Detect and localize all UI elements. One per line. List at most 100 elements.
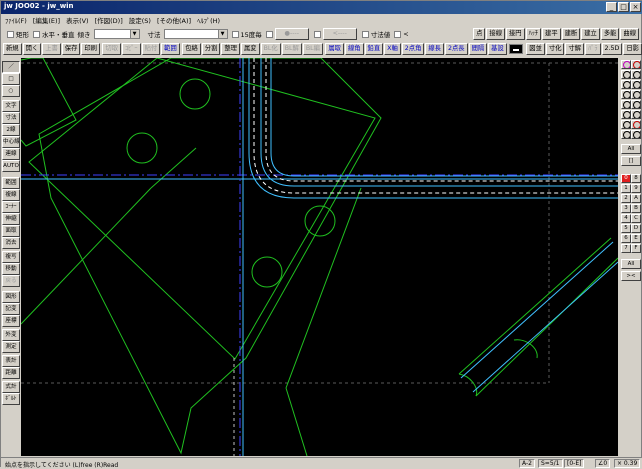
layer-group-a-button[interactable] (631, 80, 641, 89)
overwrite-button[interactable]: 上書 (42, 43, 61, 55)
open-button[interactable]: 開く (22, 43, 42, 55)
tool-elevation[interactable]: 建立 (581, 28, 600, 40)
block-edit-button[interactable]: BL編 (302, 43, 323, 55)
view-25d-button[interactable]: 2.5D (601, 43, 623, 55)
stretch-tool[interactable]: 伸縮 (2, 213, 20, 225)
two-point-length-button[interactable]: 2点長 (444, 43, 468, 55)
line-length-button[interactable]: 線長 (425, 43, 444, 55)
attr-change-button[interactable]: 属変 (240, 43, 260, 55)
horiz-vert-checkbox[interactable] (33, 30, 40, 38)
arrow1-checkbox[interactable] (265, 30, 273, 38)
print-button[interactable]: 印刷 (81, 43, 100, 55)
text-tool[interactable]: 文字 (2, 100, 20, 112)
tool-curve[interactable]: 曲線 (620, 28, 639, 40)
external-change-tool[interactable]: 外変 (2, 329, 20, 341)
range-tool[interactable]: 範囲 (2, 177, 20, 189)
measure-tool[interactable]: 測定 (2, 341, 20, 353)
layer-group-b-button[interactable] (631, 90, 641, 99)
tilt-combo[interactable]: ▼ (93, 29, 140, 39)
close-button[interactable]: × (630, 2, 641, 12)
cut-button[interactable]: 切取 (102, 43, 121, 55)
layer-group-0-button[interactable] (621, 60, 631, 69)
range-button[interactable]: 範囲 (161, 43, 180, 55)
layer-group-6-button[interactable] (621, 120, 631, 129)
menu-settings[interactable]: 設定(S) (129, 15, 151, 25)
layer-group-5-button[interactable] (621, 110, 631, 119)
arrow2-checkbox[interactable] (313, 30, 321, 38)
layer-group-1-button[interactable] (621, 70, 631, 79)
double-line-tool[interactable]: 2線 (2, 124, 20, 136)
layer-group-d-button[interactable] (631, 110, 641, 119)
line-tool[interactable]: ／ (2, 61, 20, 73)
layer-arrows-button[interactable]: >< (621, 271, 641, 281)
arrange-button[interactable]: 整理 (221, 43, 240, 55)
layer-3-button[interactable]: 3 (621, 204, 631, 213)
shadow-button[interactable]: 日影 (623, 43, 642, 55)
layer-0-button[interactable]: 0 (621, 174, 631, 183)
line-angle-button[interactable]: 線角 (344, 43, 364, 55)
layer-group-7-button[interactable] (621, 130, 631, 139)
lt-checkbox[interactable] (394, 30, 402, 38)
arrow1-button[interactable]: ●---- (274, 28, 309, 40)
dimval-checkbox[interactable] (361, 30, 369, 38)
layer-a-button[interactable]: A (631, 194, 641, 203)
menu-file[interactable]: ﾌｧｲﾙ(F) (5, 15, 27, 25)
tool-tangent[interactable]: 接線 (486, 28, 505, 40)
tool-section[interactable]: 建断 (561, 28, 581, 40)
layer-5-button[interactable]: 5 (621, 224, 631, 233)
tool-multi[interactable]: 多能 (600, 28, 620, 40)
layer-group-4-button[interactable] (621, 100, 631, 109)
tool-point[interactable]: 点 (473, 28, 486, 40)
layer-all-button[interactable]: All (621, 259, 641, 269)
move-tool[interactable]: 移動 (2, 263, 20, 275)
maximize-button[interactable]: □ (618, 2, 629, 12)
drawing-canvas[interactable] (20, 57, 619, 457)
layer-group-9-button[interactable] (631, 70, 641, 79)
layer-group-2-button[interactable] (621, 80, 631, 89)
layer-7-button[interactable]: 7 (621, 244, 631, 253)
copy-button[interactable]: ｺﾋﾟｰ (121, 43, 141, 55)
tool-plan[interactable]: 建平 (542, 28, 561, 40)
menu-draw[interactable]: [作図(D)] (95, 15, 123, 25)
paste-button[interactable]: 貼付 (141, 43, 161, 55)
tool-tangent-circle[interactable]: 接円 (505, 28, 525, 40)
rect-checkbox[interactable] (7, 30, 14, 38)
minimize-button[interactable]: _ (606, 2, 617, 12)
dimension-tool[interactable]: 寸法 (2, 112, 20, 124)
auto-tool[interactable]: AUTO (2, 160, 20, 172)
undo-tool[interactable]: 戻る (2, 275, 20, 287)
figure-tool[interactable]: 図形 (2, 291, 20, 303)
circle-tool[interactable]: ○ (2, 85, 20, 97)
menu-other[interactable]: [その他(A)] (157, 15, 191, 25)
envelope-button[interactable]: 包絡 (182, 43, 201, 55)
divide-button[interactable]: 分割 (201, 43, 221, 55)
offset-tool[interactable]: 複線 (2, 189, 20, 201)
symbol-change-tool[interactable]: 記変 (2, 303, 20, 315)
rect-tool[interactable]: □ (2, 73, 20, 85)
layer-2-button[interactable]: 2 (621, 194, 631, 203)
table-calc-tool[interactable]: 表計 (2, 355, 20, 367)
chamfer-tool[interactable]: 面取 (2, 225, 20, 237)
x-axis-button[interactable]: X軸 (384, 43, 401, 55)
layer-group-8-button[interactable] (631, 60, 641, 69)
spacing-button[interactable]: 間隔 (468, 43, 488, 55)
new-button[interactable]: 新規 (3, 43, 22, 55)
layer-group-c-button[interactable] (631, 100, 641, 109)
tool-hatch[interactable]: ﾊｯﾁ (525, 28, 542, 40)
layer-e-button[interactable]: E (631, 234, 641, 243)
layer-b-button[interactable]: B (631, 204, 641, 213)
para-button[interactable]: ﾊﾟﾗ (585, 43, 601, 55)
line-type-swatch[interactable] (509, 44, 524, 54)
vertical-button[interactable]: 鉛直 (364, 43, 384, 55)
copy-tool[interactable]: 複写 (2, 251, 20, 263)
base-setting-button[interactable]: 基設 (488, 43, 507, 55)
layer-d-button[interactable]: D (631, 224, 641, 233)
menu-view[interactable]: 表示(V) (66, 15, 89, 25)
coordinate-tool[interactable]: 座標 (2, 315, 20, 327)
dim-combo[interactable]: ▼ (163, 29, 228, 39)
dim-release-button[interactable]: 寸解 (565, 43, 585, 55)
layer-4-button[interactable]: 4 (621, 214, 631, 223)
menu-edit[interactable]: [編集(E)] (33, 15, 60, 25)
layer-group-3-button[interactable] (621, 90, 631, 99)
corner-tool[interactable]: ｺｰﾅｰ (2, 201, 20, 213)
